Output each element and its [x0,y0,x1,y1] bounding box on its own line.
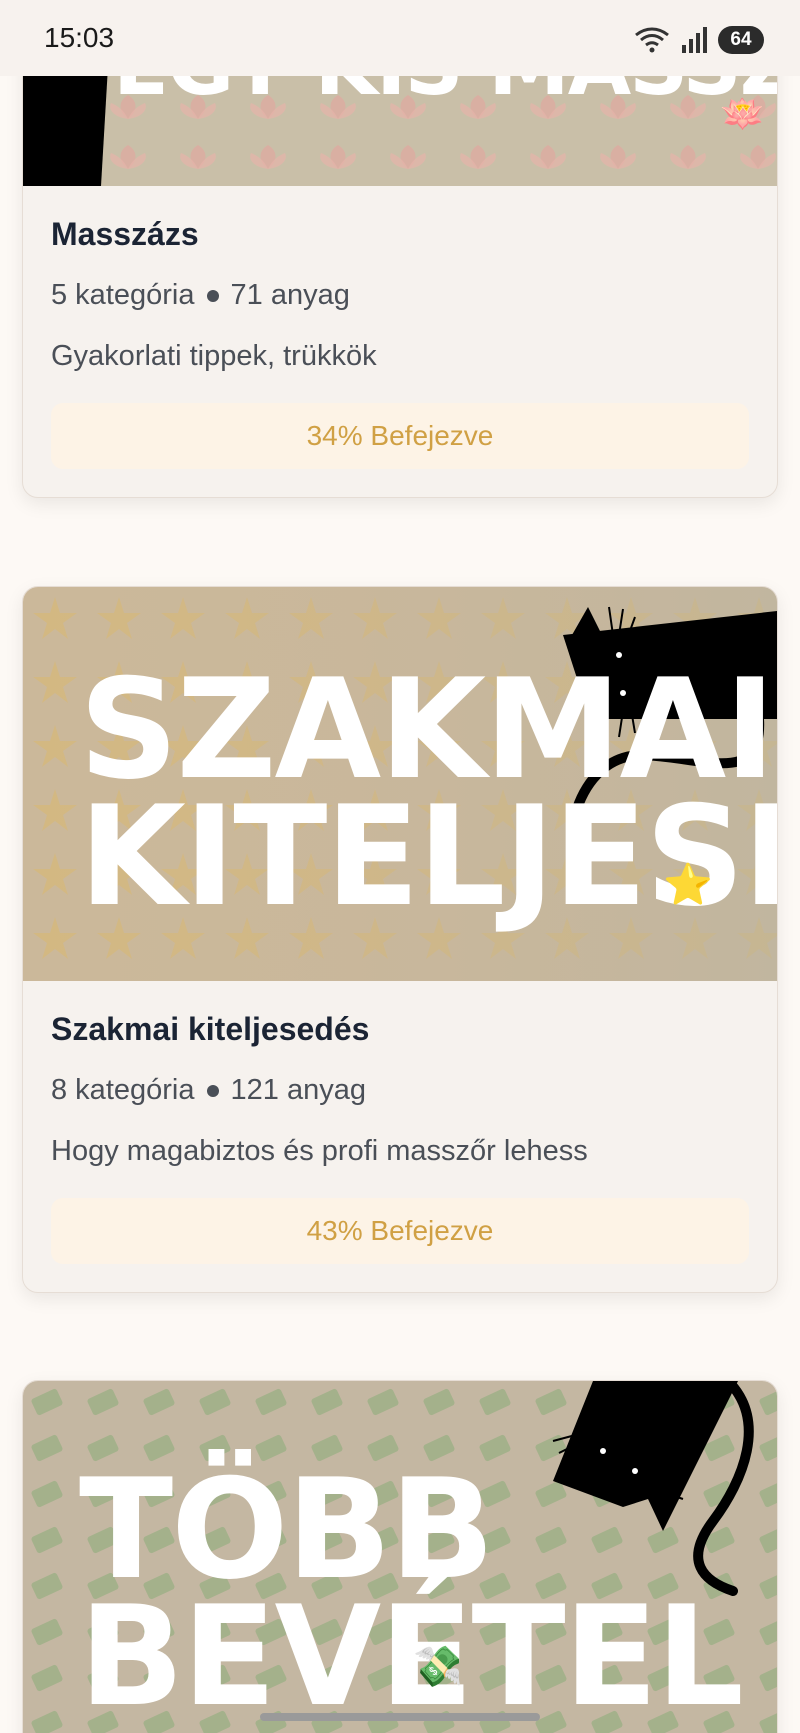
banner-line1: SZAKMAI [79,649,776,810]
progress-label: 34% Befejezve [306,420,494,451]
battery-icon: 64 [718,26,764,54]
course-description: Gyakorlati tippek, trükkök [51,340,377,372]
status-bar: 15:03 64 [0,0,800,76]
material-count: 121 anyag [230,1074,366,1106]
banner-title: TÖBB BEVÉTEL [79,1449,744,1733]
course-title: Szakmai kiteljesedés [51,1011,370,1047]
separator-dot [206,1084,219,1097]
money-icon: 💸 [413,1645,463,1689]
course-meta: 8 kategória 121 anyag [51,1074,749,1107]
progress-badge: 43% Befejezve [51,1198,749,1264]
status-icons: 64 [634,24,764,56]
course-card-tobb-bevetel[interactable]: TÖBB BEVÉTEL 💸 [22,1380,778,1733]
progress-badge: 34% Befejezve [51,403,749,469]
course-banner: TÖBB BEVÉTEL 💸 [23,1381,777,1733]
course-banner: SZAKMAI KITELJESEDÉS ⭐ [23,587,777,981]
signal-icon [682,27,707,53]
category-count: 8 kategória [51,1074,195,1106]
progress-label: 43% Befejezve [306,1215,494,1246]
banner-line1: TÖBB [79,1449,495,1610]
separator-dot [206,289,219,302]
course-meta: 5 kategória 71 anyag [51,279,749,312]
course-card-szakmai[interactable]: SZAKMAI KITELJESEDÉS ⭐ Szakmai kiteljese… [22,586,778,1293]
category-count: 5 kategória [51,279,195,311]
status-time: 15:03 [44,22,115,53]
material-count: 71 anyag [230,279,350,311]
lotus-icon: 🪷 [720,93,765,134]
course-description: Hogy magabiztos és profi masszőr lehess [51,1135,588,1167]
wifi-icon [635,27,669,53]
course-list: EGY KIS MASSZÁZS 🪷 Masszázs 5 kategória … [0,0,800,1733]
course-title: Masszázs [51,216,199,252]
star-icon: ⭐ [663,863,713,907]
banner-line2: BEVÉTEL [79,1575,744,1733]
home-indicator[interactable] [260,1713,540,1721]
